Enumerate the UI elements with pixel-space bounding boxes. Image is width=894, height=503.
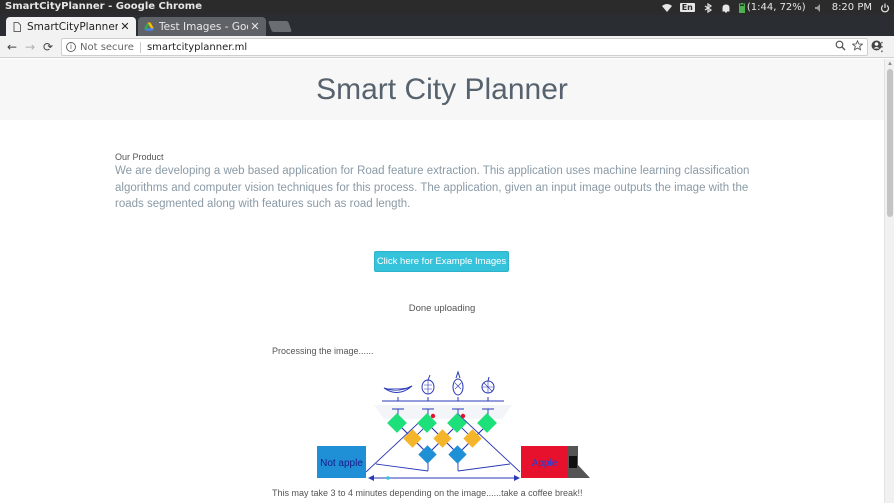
hidden-layer-2 bbox=[403, 429, 482, 448]
upload-status: Done uploading bbox=[408, 303, 476, 314]
search-icon[interactable] bbox=[835, 40, 846, 51]
tab-label: Test Images - Goog bbox=[159, 20, 248, 33]
menu-button[interactable]: ⋮ bbox=[876, 39, 889, 55]
product-description: We are developing a web based applicatio… bbox=[115, 165, 750, 210]
orange-icon bbox=[481, 376, 495, 394]
hero-banner: Smart City Planner bbox=[0, 59, 884, 120]
tab-close-icon[interactable]: ✕ bbox=[248, 20, 262, 33]
address-bar[interactable]: i Not secure smartcityplanner.ml bbox=[61, 38, 868, 56]
tab-smartcityplanner[interactable]: SmartCityPlanner ✕ bbox=[6, 17, 136, 36]
divider bbox=[139, 41, 141, 53]
tab-test-images[interactable]: Test Images - Goog ✕ bbox=[138, 17, 266, 36]
info-icon[interactable]: i bbox=[66, 42, 76, 52]
omnibox-actions bbox=[835, 40, 863, 51]
url-text[interactable]: smartcityplanner.ml bbox=[147, 42, 247, 53]
page-scrollbar[interactable]: ▲ bbox=[884, 59, 894, 503]
back-button[interactable]: ← bbox=[4, 39, 20, 55]
tab-close-icon[interactable]: ✕ bbox=[118, 20, 132, 33]
power-icon[interactable] bbox=[880, 3, 890, 13]
wifi-icon[interactable] bbox=[661, 3, 672, 13]
battery-indicator[interactable]: (1:44, 72%) bbox=[738, 2, 806, 13]
tab-label: SmartCityPlanner bbox=[27, 20, 118, 33]
google-drive-icon bbox=[144, 22, 154, 31]
bluetooth-icon[interactable] bbox=[703, 2, 713, 13]
os-top-bar: SmartCityPlanner - Google Chrome En (1:4… bbox=[0, 0, 894, 15]
input-layer bbox=[418, 445, 467, 464]
banana-icon bbox=[383, 385, 413, 393]
forward-button[interactable]: → bbox=[22, 39, 38, 55]
page-icon bbox=[13, 21, 21, 32]
battery-text: (1:44, 72%) bbox=[746, 2, 806, 13]
system-tray: En (1:44, 72%) 8:20 PM bbox=[661, 0, 890, 15]
bell-icon[interactable] bbox=[721, 3, 731, 13]
neural-network-diagram: Not apple Apple bbox=[317, 370, 590, 481]
new-tab-button[interactable] bbox=[267, 21, 293, 32]
browser-toolbar: ← → ⟳ i Not secure smartcityplanner.ml ⋮ bbox=[0, 36, 894, 58]
battery-icon bbox=[738, 2, 745, 13]
apple-icon bbox=[421, 374, 435, 395]
product-label: Our Product bbox=[115, 152, 164, 162]
reload-button[interactable]: ⟳ bbox=[40, 39, 56, 55]
volume-icon[interactable] bbox=[814, 3, 824, 13]
example-images-button[interactable]: Click here for Example Images bbox=[374, 251, 509, 272]
scroll-up-icon[interactable]: ▲ bbox=[887, 61, 893, 67]
scroll-thumb[interactable] bbox=[887, 69, 893, 217]
language-indicator[interactable]: En bbox=[679, 3, 695, 12]
security-label[interactable]: Not secure bbox=[80, 42, 134, 53]
input-label: Not apple bbox=[320, 458, 363, 469]
page-content: Smart City Planner Our Product We are de… bbox=[0, 59, 884, 503]
window-title: SmartCityPlanner - Google Chrome bbox=[5, 1, 202, 12]
tab-strip: SmartCityPlanner ✕ Test Images - Goog ✕ bbox=[0, 15, 894, 36]
output-label: Apple bbox=[532, 458, 558, 469]
page-title: Smart City Planner bbox=[316, 72, 568, 106]
pineapple-icon bbox=[452, 370, 464, 396]
processing-text: Processing the image...... bbox=[272, 346, 374, 356]
clock[interactable]: 8:20 PM bbox=[832, 2, 872, 13]
star-icon[interactable] bbox=[852, 40, 863, 51]
wait-message: This may take 3 to 4 minutes depending o… bbox=[272, 488, 583, 498]
